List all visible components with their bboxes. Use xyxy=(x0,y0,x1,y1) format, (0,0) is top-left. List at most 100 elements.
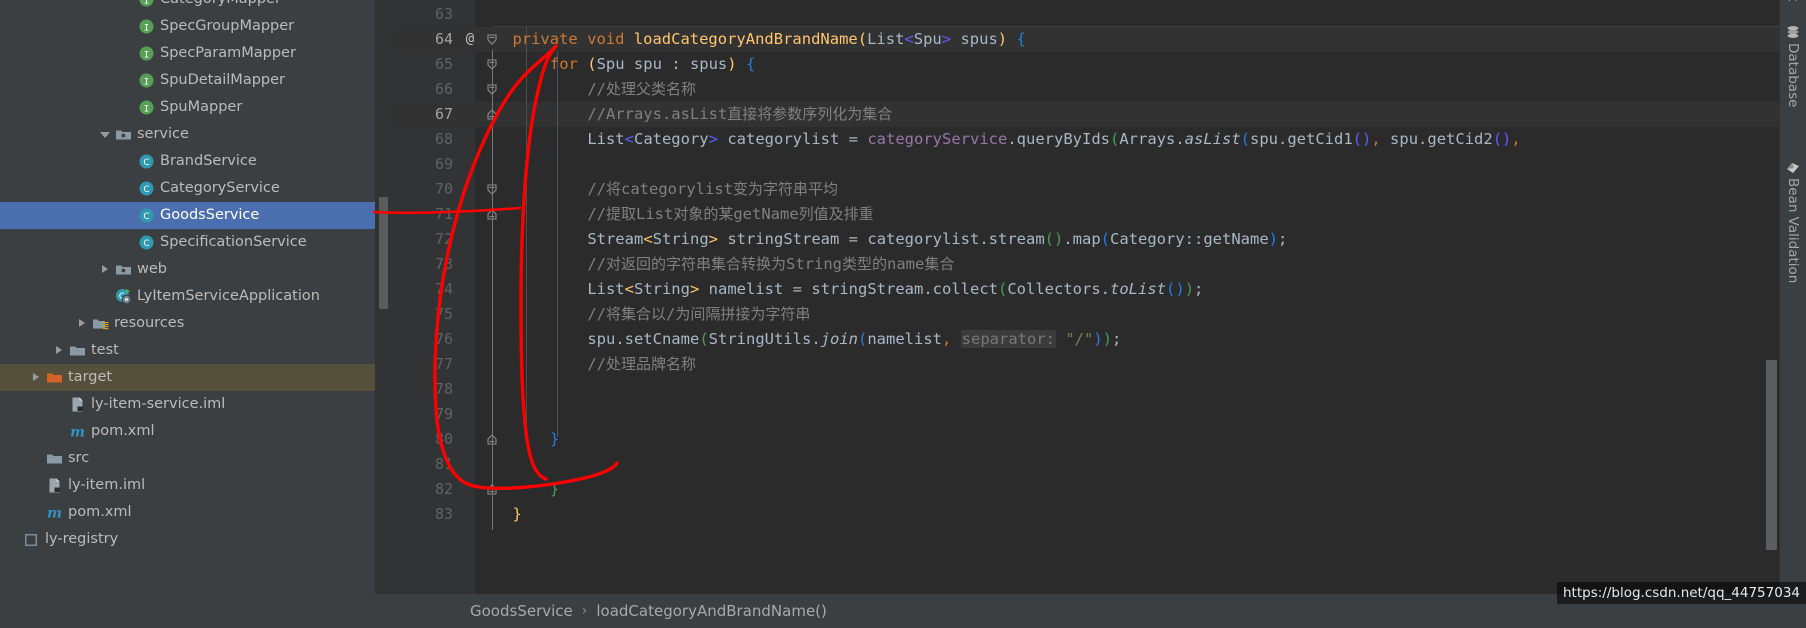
code-line: spu.setCname(StringUtils.join(namelist, … xyxy=(587,330,1122,348)
watermark-text: https://blog.csdn.net/qq_44757034 xyxy=(1562,585,1800,601)
tree-arrow-placeholder xyxy=(31,507,42,518)
tree-arrow-placeholder xyxy=(123,156,134,167)
tree-item[interactable]: ly-registry xyxy=(0,526,375,553)
tree-item[interactable]: m pom.xml xyxy=(0,418,375,445)
right-tool-strip[interactable]: t Database Bean Validation xyxy=(1779,0,1806,628)
code-text-area[interactable]: private void loadCategoryAndBrandName(Li… xyxy=(475,0,1779,628)
chevron-right-icon[interactable] xyxy=(77,318,88,329)
tree-item-label: SpecParamMapper xyxy=(160,45,296,61)
code-line: List<String> namelist = stringStream.col… xyxy=(587,280,1204,298)
tree-item-label: BrandService xyxy=(160,153,257,169)
svg-text:C: C xyxy=(143,158,149,168)
tree-item[interactable]: C SpecificationService xyxy=(0,229,375,256)
code-line: //将categorylist变为字符串平均 xyxy=(587,180,838,198)
parameter-hint: separator: xyxy=(960,330,1056,348)
tree-item[interactable]: C BrandService xyxy=(0,148,375,175)
tree-item[interactable]: ly-item-service.iml xyxy=(0,391,375,418)
tree-item[interactable]: I SpuDetailMapper xyxy=(0,67,375,94)
tree-arrow-placeholder xyxy=(31,453,42,464)
tree-item-selected[interactable]: C GoodsService xyxy=(0,202,375,229)
maven-icon: m xyxy=(46,504,63,522)
tree-item-label: web xyxy=(137,261,167,277)
chevron-right-icon[interactable] xyxy=(100,264,111,275)
line-number: 82 xyxy=(434,480,453,498)
tree-arrow-placeholder xyxy=(123,21,134,32)
code-line: //对返回的字符串集合转换为String类型的name集合 xyxy=(587,255,955,273)
code-line: //处理品牌名称 xyxy=(587,355,696,373)
tree-item-label: CategoryMapper xyxy=(160,0,281,8)
line-number: 71 xyxy=(434,205,453,223)
tool-button-database[interactable]: Database xyxy=(1780,22,1806,107)
breadcrumb-method[interactable]: loadCategoryAndBrandName() xyxy=(596,602,827,620)
tool-button-clipped[interactable]: t xyxy=(1780,0,1806,18)
tree-item[interactable]: resources xyxy=(0,310,375,337)
tree-item-label: ly-item.iml xyxy=(68,477,146,493)
tree-item[interactable]: m pom.xml xyxy=(0,499,375,526)
tree-arrow-placeholder xyxy=(123,48,134,59)
interface-icon: I xyxy=(138,45,155,62)
code-line: private void loadCategoryAndBrandName(Li… xyxy=(512,30,1026,48)
chevron-right-icon[interactable] xyxy=(54,345,65,356)
svg-text:I: I xyxy=(144,23,149,33)
tree-arrow-placeholder xyxy=(54,399,65,410)
breadcrumb-class[interactable]: GoodsService xyxy=(470,602,573,620)
tree-item[interactable]: C LyItemServiceApplication xyxy=(0,283,375,310)
interface-icon: I xyxy=(138,72,155,89)
svg-text:I: I xyxy=(144,104,149,114)
tree-item-label: SpecGroupMapper xyxy=(160,18,295,34)
tree-item[interactable]: I SpecParamMapper xyxy=(0,40,375,67)
svg-text:I: I xyxy=(144,77,149,87)
tree-arrow-placeholder xyxy=(100,291,111,302)
chevron-down-icon[interactable] xyxy=(100,129,111,140)
project-tool-window[interactable]: I CategoryMapper I SpecGroupMapper I SpecPara… xyxy=(0,0,375,628)
tree-item[interactable]: src xyxy=(0,445,375,472)
code-line: //处理父类名称 xyxy=(587,80,696,98)
project-tree[interactable]: I CategoryMapper I SpecGroupMapper I SpecPara… xyxy=(0,0,375,553)
package-folder-icon xyxy=(115,261,132,278)
tree-item[interactable]: C CategoryService xyxy=(0,175,375,202)
tree-item[interactable]: test xyxy=(0,337,375,364)
tree-item[interactable]: ly-item.iml xyxy=(0,472,375,499)
tree-arrow-placeholder xyxy=(31,480,42,491)
line-number: 75 xyxy=(434,305,453,323)
line-number: 63 xyxy=(434,5,453,23)
code-line: //将集合以/为间隔拼接为字符串 xyxy=(587,305,811,323)
tree-item-label: pom.xml xyxy=(68,504,132,520)
tree-item-label: test xyxy=(91,342,119,358)
line-number: 64 xyxy=(434,30,453,48)
tree-arrow-placeholder xyxy=(123,237,134,248)
svg-text:C: C xyxy=(143,239,149,249)
tool-button-database-label: Database xyxy=(1785,43,1801,108)
left-strip-scrollbar[interactable] xyxy=(379,197,388,309)
line-number: 83 xyxy=(434,505,453,523)
svg-text:C: C xyxy=(143,212,149,222)
tree-arrow-placeholder xyxy=(123,102,134,113)
spring-class-icon: C xyxy=(115,288,132,305)
line-number: 66 xyxy=(434,80,453,98)
code-line: //提取List对象的某getName列值及排重 xyxy=(587,205,874,223)
tree-item[interactable]: target xyxy=(0,364,375,391)
tool-button-bean-validation[interactable]: Bean Validation xyxy=(1780,157,1806,283)
line-number: 76 xyxy=(434,330,453,348)
tree-item[interactable]: I CategoryMapper xyxy=(0,0,375,13)
chevron-right-icon[interactable] xyxy=(31,372,42,383)
watermark: https://blog.csdn.net/qq_44757034 xyxy=(1556,582,1806,604)
tree-item[interactable]: I SpecGroupMapper xyxy=(0,13,375,40)
editor-left-strip xyxy=(375,0,393,628)
svg-text:C: C xyxy=(143,185,149,195)
tree-item[interactable]: web xyxy=(0,256,375,283)
code-editor[interactable]: 63 64 @65 66 67 68 69 70 71 72 73 74 75 76 77 78 79 80 81 8… xyxy=(375,0,1779,628)
line-number: 70 xyxy=(434,180,453,198)
tree-item-label: service xyxy=(137,126,189,142)
svg-text:I: I xyxy=(144,50,149,60)
editor-vertical-scrollbar[interactable] xyxy=(1766,360,1777,550)
code-line: } xyxy=(512,505,522,523)
tree-item-label: ly-registry xyxy=(45,531,119,547)
tree-item[interactable]: I SpuMapper xyxy=(0,94,375,121)
line-number: 73 xyxy=(434,255,453,273)
breadcrumb-separator-icon: › xyxy=(581,603,588,619)
tree-item[interactable]: service xyxy=(0,121,375,148)
tree-item-label: CategoryService xyxy=(160,180,280,196)
